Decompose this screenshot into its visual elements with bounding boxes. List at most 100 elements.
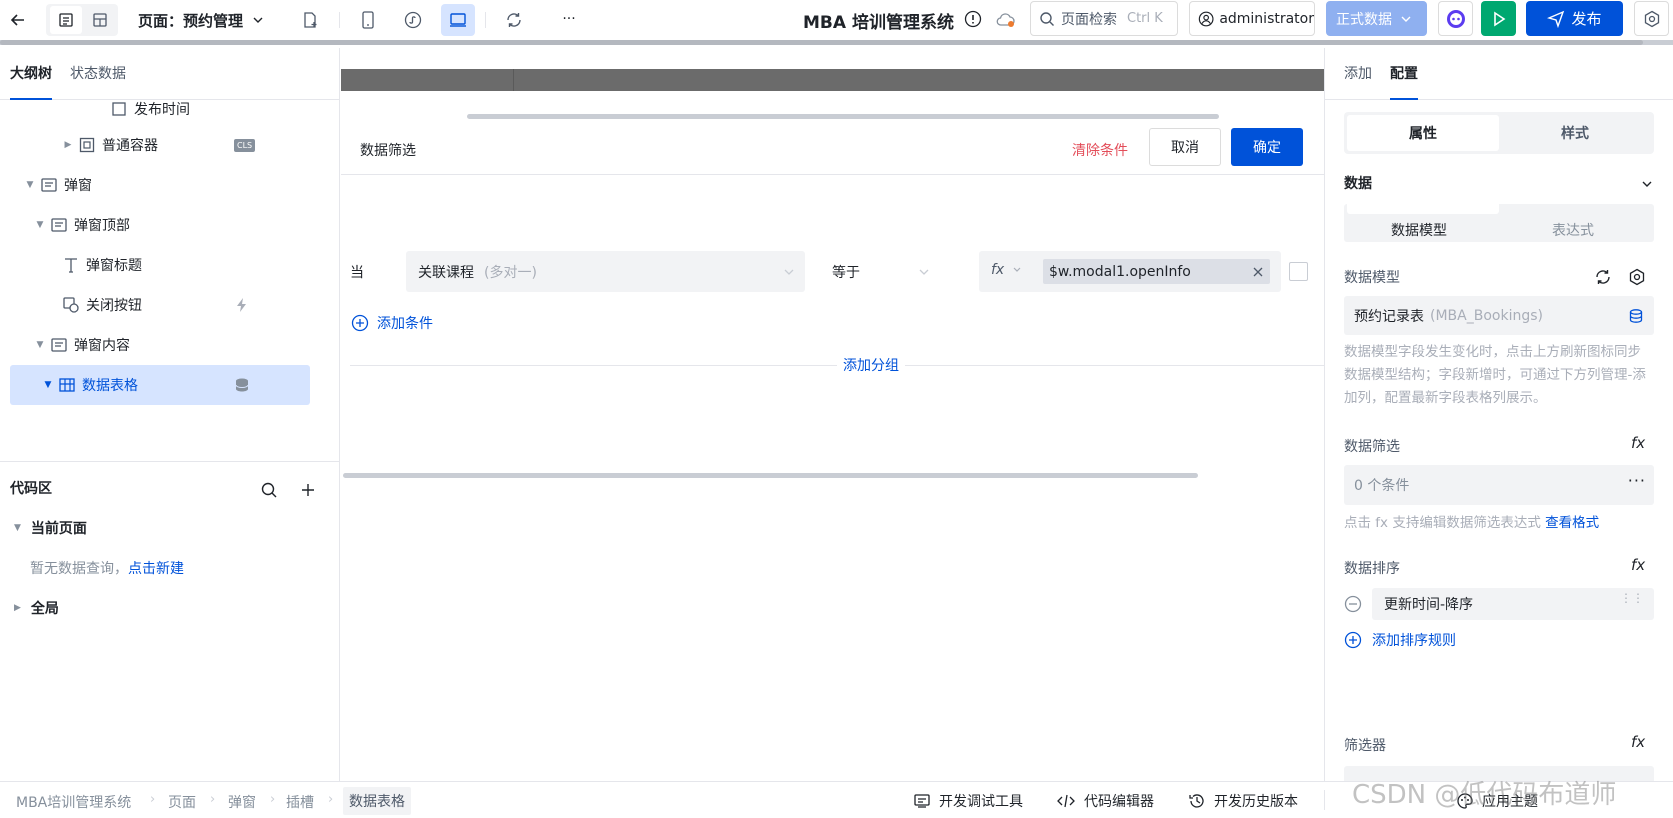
new-page-icon[interactable] xyxy=(298,8,322,32)
breadcrumb-app[interactable]: MBA培训管理系统 xyxy=(16,792,131,812)
run-preview-button[interactable] xyxy=(1481,1,1516,36)
tab-data-model[interactable]: 数据模型 xyxy=(1391,220,1447,240)
more-icon[interactable]: ··· xyxy=(1628,471,1646,490)
sort-rule-field[interactable]: 更新时间-降序 ⋮⋮ xyxy=(1372,588,1654,620)
tree-node-label: 数据表格 xyxy=(82,378,138,394)
add-condition-button[interactable]: 添加条件 xyxy=(351,313,433,333)
info-icon[interactable] xyxy=(962,8,984,30)
code-editor-button[interactable]: 代码编辑器 xyxy=(1056,791,1154,811)
breadcrumb-page[interactable]: 页面 xyxy=(168,792,196,812)
tab-expression[interactable]: 表达式 xyxy=(1552,220,1594,240)
back-icon[interactable] xyxy=(6,8,30,32)
tree-node-modal-content[interactable]: ▼ 弹窗内容 xyxy=(10,325,310,365)
database-icon[interactable] xyxy=(1628,308,1644,324)
gear-icon[interactable] xyxy=(1628,268,1646,286)
miniprogram-icon[interactable] xyxy=(401,8,425,32)
chevron-down-icon xyxy=(784,269,794,275)
drag-handle-icon[interactable]: ⋮⋮ xyxy=(1620,592,1644,604)
add-icon[interactable] xyxy=(300,482,316,498)
ai-assistant-icon[interactable] xyxy=(1438,1,1473,36)
tree-node-close-button[interactable]: 关闭按钮 xyxy=(10,285,310,325)
canvas-scrollbar-bottom[interactable] xyxy=(343,473,1198,478)
tab-styles[interactable]: 样式 xyxy=(1499,115,1651,151)
fx-icon[interactable]: fx xyxy=(1631,556,1645,574)
tab-config[interactable]: 配置 xyxy=(1390,48,1418,100)
mobile-preview-icon[interactable] xyxy=(356,8,380,32)
caret-down-icon[interactable]: ▼ xyxy=(34,339,46,351)
current-page-group[interactable]: ▼ 当前页面 xyxy=(14,518,87,538)
tree-node-data-table[interactable]: ▼ 数据表格 xyxy=(10,365,310,405)
tree-node-container[interactable]: ▶ 普通容器 CLS xyxy=(10,125,310,165)
add-sort-rule-button[interactable]: 添加排序规则 xyxy=(1344,630,1456,650)
dev-tools-button[interactable]: 开发调试工具 xyxy=(913,791,1023,811)
condition-checkbox[interactable] xyxy=(1289,262,1308,281)
confirm-label: 确定 xyxy=(1253,140,1281,156)
checkbox-icon xyxy=(112,102,126,116)
cancel-button[interactable]: 取消 xyxy=(1149,128,1221,166)
remove-circle-icon[interactable] xyxy=(1344,595,1362,613)
publish-label: 发布 xyxy=(1571,10,1602,28)
chevron-right-icon: › xyxy=(210,792,216,807)
expression-tag[interactable]: $w.modal1.openInfo xyxy=(1043,259,1270,284)
publish-button[interactable]: 发布 xyxy=(1526,1,1623,36)
history-button[interactable]: 开发历史版本 xyxy=(1188,791,1298,811)
settings-button[interactable] xyxy=(1634,1,1669,36)
search-icon[interactable] xyxy=(260,481,278,499)
toolbar-scrollbar[interactable] xyxy=(0,40,1673,45)
model-value: 预约记录表 xyxy=(1354,308,1424,325)
breadcrumb-modal[interactable]: 弹窗 xyxy=(228,792,256,812)
tree-node-label: 弹窗 xyxy=(64,178,92,194)
tree-node-modal-title[interactable]: 弹窗标题 xyxy=(10,245,310,285)
create-query-link[interactable]: 点击新建 xyxy=(128,561,184,577)
desktop-preview-icon[interactable] xyxy=(441,4,475,36)
tree-node-modal[interactable]: ▼ 弹窗 xyxy=(10,165,310,205)
tab-outline[interactable]: 大纲树 xyxy=(10,48,52,100)
refresh-icon[interactable] xyxy=(502,8,526,32)
source-switch-active-strip xyxy=(1347,204,1499,214)
breadcrumb-table[interactable]: 数据表格 xyxy=(343,787,411,815)
caret-down-icon[interactable]: ▼ xyxy=(34,219,46,231)
refresh-icon[interactable] xyxy=(1594,268,1612,286)
caret-right-icon[interactable]: ▶ xyxy=(62,139,74,151)
operator-select[interactable]: 等于 xyxy=(820,251,940,292)
caret-down-icon[interactable]: ▼ xyxy=(24,179,36,191)
clear-conditions-button[interactable]: 清除条件 xyxy=(1072,140,1128,160)
add-group-button[interactable]: 添加分组 xyxy=(837,355,905,375)
add-circle-icon xyxy=(1344,631,1362,649)
outline-view-icon[interactable] xyxy=(50,6,82,34)
confirm-button[interactable]: 确定 xyxy=(1231,128,1303,166)
field-value: 关联课程 xyxy=(418,264,474,281)
fx-mode-select[interactable]: fx xyxy=(991,262,1022,278)
filter-conditions-value: 0 个条件 xyxy=(1354,478,1410,494)
tab-state-data[interactable]: 状态数据 xyxy=(70,48,126,100)
view-format-link[interactable]: 查看格式 xyxy=(1545,515,1599,531)
page-view-toggle[interactable] xyxy=(46,4,118,36)
tree-node-modal-header[interactable]: ▼ 弹窗顶部 xyxy=(10,205,310,245)
canvas-scrollbar-top[interactable] xyxy=(467,114,1219,119)
add-sort-rule-label: 添加排序规则 xyxy=(1372,633,1456,649)
caret-down-icon[interactable]: ▼ xyxy=(42,379,54,391)
empty-query-hint: 暂无数据查询，点击新建 xyxy=(30,558,184,578)
value-expression-box[interactable]: fx $w.modal1.openInfo xyxy=(979,251,1281,292)
close-icon[interactable] xyxy=(1252,266,1264,278)
breadcrumb-slot[interactable]: 插槽 xyxy=(286,792,314,812)
fx-icon[interactable]: fx xyxy=(1631,733,1645,751)
layout-view-icon[interactable] xyxy=(86,6,114,34)
field-select[interactable]: 关联课程 (多对一) xyxy=(406,251,805,292)
fx-icon[interactable]: fx xyxy=(1631,434,1645,452)
right-tabs: 添加 配置 xyxy=(1325,48,1673,100)
env-selector[interactable]: 正式数据 xyxy=(1326,1,1427,36)
tab-properties[interactable]: 属性 xyxy=(1347,115,1499,151)
global-group[interactable]: ▶ 全局 xyxy=(14,598,59,618)
filter-conditions-box[interactable]: 0 个条件 ··· xyxy=(1344,465,1654,505)
tree-node-label: 关闭按钮 xyxy=(86,298,142,314)
cloud-sync-icon[interactable] xyxy=(994,8,1018,32)
data-section-header[interactable]: 数据 xyxy=(1344,173,1654,195)
model-select[interactable]: 预约记录表 (MBA_Bookings) xyxy=(1344,296,1654,335)
page-search-input[interactable]: 页面检索 Ctrl K xyxy=(1030,1,1178,36)
tab-add[interactable]: 添加 xyxy=(1344,48,1372,100)
more-icon[interactable]: ··· xyxy=(556,6,582,32)
user-menu[interactable]: administrator xyxy=(1189,1,1315,36)
modal-icon xyxy=(51,218,67,232)
page-selector[interactable]: 页面：预约管理 xyxy=(138,9,265,31)
